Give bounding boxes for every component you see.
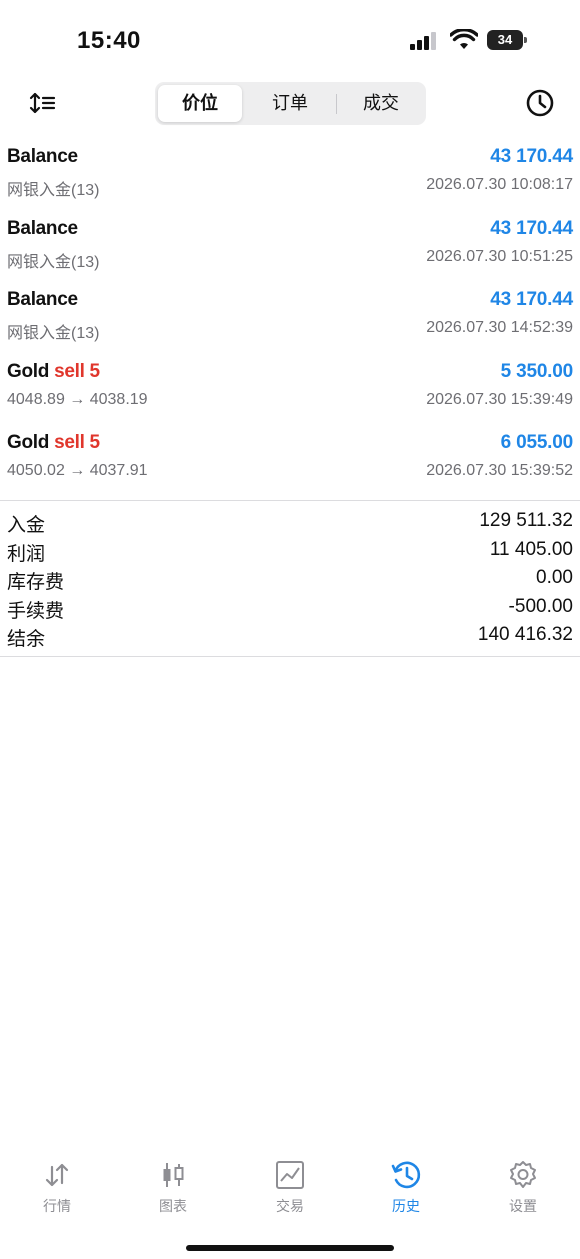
summary-value: 0.00 [536, 567, 573, 589]
quotes-arrows-icon [45, 1163, 69, 1187]
deal-amount: 43 170.44 [490, 217, 573, 239]
deal-time: 2026.07.30 10:51:25 [426, 247, 573, 265]
deal-time: 2026.07.30 15:39:52 [426, 462, 573, 480]
tab-price[interactable]: 价位 [158, 85, 242, 122]
summary-label: 结余 [7, 629, 46, 651]
tab-label: 行情 [43, 1198, 71, 1214]
tab-label: 图表 [159, 1198, 187, 1214]
summary-label: 库存费 [7, 572, 65, 594]
summary-row: 手续费 -500.00 [0, 594, 580, 623]
deal-title: Balance [7, 289, 78, 311]
tab-settings[interactable]: 设置 [483, 1155, 563, 1219]
deal-detail: 网银入金(13) [7, 253, 100, 271]
summary-value: 129 511.32 [479, 510, 573, 531]
deals-list: Balance 43 170.44 网银入金(13) 2026.07.30 10… [0, 140, 580, 498]
bottom-tab-bar: 行情 图表 交易 历史 设置 [0, 1155, 580, 1225]
deal-detail: 4048.89 → 4038.19 [7, 390, 148, 408]
battery-level: 34 [487, 30, 523, 50]
status-bar: 15:40 34 [0, 0, 580, 78]
wifi-icon [450, 29, 478, 49]
deal-title: Balance [7, 146, 78, 168]
deal-amount: 43 170.44 [490, 146, 573, 167]
deal-symbol: Gold [7, 360, 50, 382]
summary-row: 利润 11 405.00 [0, 537, 580, 566]
section-divider [0, 656, 580, 657]
summary-label: 手续费 [7, 600, 65, 622]
tab-deals[interactable]: 成交 [339, 85, 423, 122]
section-divider [0, 500, 580, 501]
deal-symbol: Balance [7, 289, 78, 311]
deal-time: 2026.07.30 15:39:49 [426, 390, 573, 408]
home-indicator [186, 1245, 394, 1251]
list-item[interactable]: Gold sell 5 6 055.00 4050.02 → 4037.91 2… [0, 426, 580, 498]
tab-charts[interactable]: 图表 [133, 1155, 213, 1219]
tab-history[interactable]: 历史 [366, 1155, 446, 1219]
battery-icon: 34 [487, 30, 527, 50]
deal-detail: 4050.02 → 4037.91 [7, 462, 148, 480]
deal-time: 2026.07.30 14:52:39 [426, 319, 573, 337]
settings-gear-icon [510, 1161, 536, 1188]
deal-amount: 5 350.00 [500, 360, 574, 382]
cellular-signal-icon [410, 32, 438, 50]
trade-chart-icon [276, 1161, 304, 1189]
deal-action: sell 5 [54, 432, 100, 454]
deal-action: sell 5 [54, 360, 100, 382]
deal-amount: 43 170.44 [490, 289, 573, 311]
deal-symbol: Balance [7, 146, 78, 167]
list-item[interactable]: Balance 43 170.44 网银入金(13) 2026.07.30 10… [0, 212, 580, 284]
list-item[interactable]: Balance 43 170.44 网银入金(13) 2026.07.30 14… [0, 283, 580, 355]
list-item[interactable]: Gold sell 5 5 350.00 4048.89 → 4038.19 2… [0, 355, 580, 427]
summary-label: 利润 [7, 543, 46, 565]
deal-symbol: Balance [7, 217, 78, 239]
status-time: 15:40 [77, 27, 141, 54]
summary-value: 140 416.32 [477, 624, 573, 646]
list-item[interactable]: Balance 43 170.44 网银入金(13) 2026.07.30 10… [0, 140, 580, 212]
deal-title: Gold sell 5 [7, 361, 100, 383]
summary-row: 库存费 0.00 [0, 565, 580, 594]
summary-row: 入金 129 511.32 [0, 508, 580, 537]
deal-detail: 网银入金(13) [7, 325, 100, 343]
history-screen: 15:40 34 价位 订单 成交 Balance 43 170.44 网银入金… [0, 0, 580, 1259]
deal-time: 2026.07.30 10:08:17 [426, 176, 573, 193]
deal-amount: 6 055.00 [500, 432, 574, 454]
tab-orders[interactable]: 订单 [248, 85, 332, 122]
sort-icon [29, 92, 56, 114]
candlestick-chart-icon [163, 1163, 184, 1187]
summary-row: 结余 140 416.32 [0, 622, 580, 651]
segmented-control: 价位 订单 成交 [155, 82, 426, 125]
tab-label: 设置 [509, 1198, 537, 1214]
tab-label: 历史 [392, 1198, 420, 1214]
summary-label: 入金 [7, 515, 46, 536]
tab-trade[interactable]: 交易 [250, 1155, 330, 1219]
tab-quotes[interactable]: 行情 [17, 1155, 97, 1219]
deal-symbol: Gold [7, 432, 50, 454]
summary-section: 入金 129 511.32 利润 11 405.00 库存费 0.00 手续费 … [0, 508, 580, 651]
segment-divider [336, 94, 337, 114]
deal-title: Gold sell 5 [7, 432, 100, 454]
top-toolbar: 价位 订单 成交 [0, 80, 580, 126]
summary-value: 11 405.00 [489, 538, 573, 560]
history-clock-icon [391, 1161, 421, 1189]
sort-button[interactable] [26, 88, 58, 118]
summary-value: -500.00 [508, 595, 573, 617]
history-period-button[interactable] [523, 86, 557, 120]
deal-title: Balance [7, 218, 78, 240]
deal-detail: 网银入金(13) [7, 182, 100, 199]
tab-label: 交易 [276, 1198, 304, 1214]
